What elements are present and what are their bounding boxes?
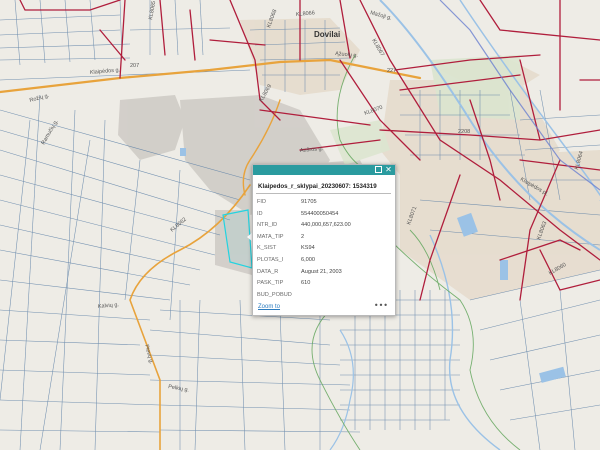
road-label: Klaipėdos g.	[90, 67, 121, 76]
attribute-row: PLOTAS_I 6,000	[257, 257, 351, 269]
attribute-key: FID	[257, 199, 267, 205]
road-label: 2208	[458, 129, 470, 135]
attribute-key: MATA_TIP	[257, 233, 284, 240]
attribute-key: NTR_ID	[257, 222, 278, 229]
road-label: 207	[130, 63, 139, 69]
attribute-value: 2	[301, 233, 305, 240]
road-label: Kalvių g.	[98, 302, 120, 310]
attribute-value: 91705	[301, 199, 317, 205]
attribute-row: MATA_TIP 2	[257, 234, 351, 246]
attribute-row: NTR_ID 440,000,657,623.00	[257, 222, 351, 234]
attribute-row: FID 91705	[257, 199, 351, 211]
close-button[interactable]: ✕	[385, 165, 392, 174]
popup-title: Klaipedos_r_sklypai_20230607: 1534319	[256, 175, 391, 194]
attribute-row: ID 554400050454	[257, 211, 351, 223]
feature-popup: ✕ Klaipedos_r_sklypai_20230607: 1534319 …	[252, 164, 396, 316]
place-label-dovilai: Dovilai	[314, 30, 340, 39]
more-actions-button[interactable]: •••	[374, 301, 388, 310]
attribute-value: KS94	[301, 245, 315, 252]
attribute-key: BUD_POBUD	[257, 291, 292, 298]
road-label: KL8070	[364, 105, 384, 117]
attribute-row: DATA_R August 21, 2003	[257, 269, 351, 281]
attribute-row: K_SIST KS94	[257, 245, 351, 257]
close-icon: ✕	[385, 165, 392, 174]
road-label: 227	[387, 68, 396, 74]
maximize-icon	[375, 166, 382, 173]
attribute-value: 6,000	[301, 256, 315, 263]
zoom-to-link[interactable]: Zoom to	[258, 304, 280, 310]
attribute-key: ID	[257, 210, 263, 217]
attribute-row: PASK_TIP 610	[257, 280, 351, 292]
attribute-key: K_SIST	[257, 245, 277, 252]
attribute-table: FID 91705 ID 554400050454 NTR_ID 440,000…	[257, 199, 351, 303]
road-label: KL8066	[296, 10, 315, 18]
popup-footer: Zoom to •••	[258, 301, 390, 312]
attribute-value	[301, 292, 351, 304]
attribute-key: DATA_R	[257, 268, 279, 275]
attribute-value: 440,000,657,623.00	[301, 222, 351, 229]
attribute-value: 554400050454	[301, 210, 339, 217]
road-label: KL8062	[169, 217, 187, 234]
road-label: KL8067	[370, 38, 385, 57]
popup-header: ✕	[253, 165, 395, 175]
road-label: Mažoji g.	[369, 10, 392, 22]
road-label: KL8065	[148, 1, 157, 21]
attribute-key: PASK_TIP	[257, 280, 284, 287]
attribute-value: August 21, 2003	[301, 268, 342, 275]
road-label: Pelkių g.	[168, 384, 190, 394]
attribute-row: BUD_POBUD	[257, 292, 351, 304]
road-label: Ramučių g.	[41, 119, 60, 146]
maximize-button[interactable]	[375, 166, 382, 173]
attribute-value: 610	[301, 280, 311, 287]
road-label: Pievų g.	[143, 344, 154, 365]
attribute-key: PLOTAS_I	[257, 256, 284, 263]
